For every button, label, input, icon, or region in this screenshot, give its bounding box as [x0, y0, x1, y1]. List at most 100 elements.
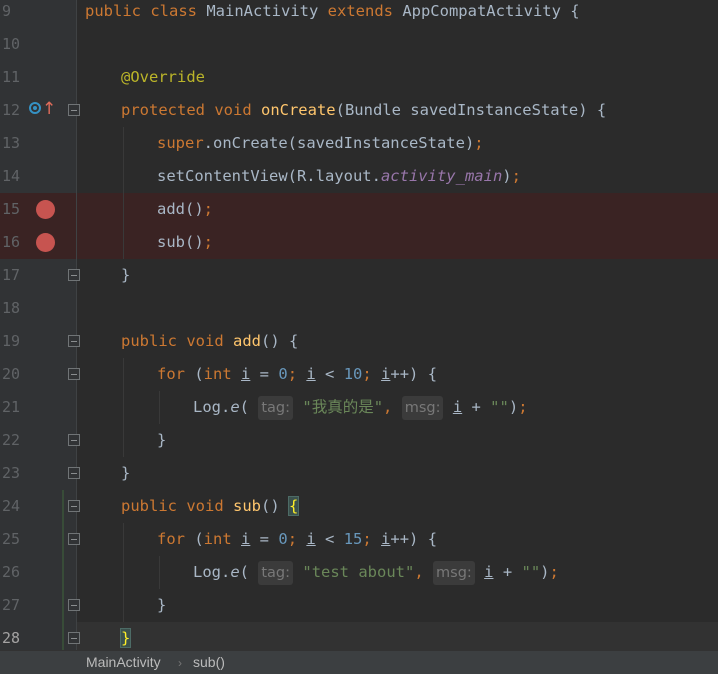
code-line[interactable]: 22}: [0, 424, 718, 457]
line-number: 21: [2, 398, 21, 416]
vcs-change-marker[interactable]: [62, 523, 64, 556]
vcs-change-marker[interactable]: [62, 589, 64, 622]
code-text[interactable]: public class MainActivity extends AppCom…: [85, 0, 580, 28]
code-text[interactable]: for (int i = 0; i < 10; i++) {: [157, 358, 437, 391]
vcs-change-marker[interactable]: [62, 490, 64, 523]
code-line[interactable]: 20 for (int i = 0; i < 10; i++) {: [0, 358, 718, 391]
code-token: public void: [121, 497, 233, 515]
code-line[interactable]: 24 public void sub() {: [0, 490, 718, 523]
code-text[interactable]: @Override: [121, 61, 205, 94]
gutter[interactable]: 13: [0, 127, 77, 160]
line-number: 20: [2, 365, 21, 383]
gutter[interactable]: 24: [0, 490, 80, 523]
code-line[interactable]: 21 Log.e( tag: "我真的是", msg: i + "");: [0, 391, 718, 424]
breadcrumb-method[interactable]: sub(): [193, 654, 225, 670]
code-text[interactable]: protected void onCreate(Bundle savedInst…: [121, 94, 606, 127]
gutter[interactable]: 19: [0, 325, 80, 358]
code-text[interactable]: }: [157, 589, 166, 622]
indent-guide: [159, 391, 160, 424]
override-method-icon[interactable]: [29, 102, 41, 114]
code-editor[interactable]: 9 public class MainActivity extends AppCo…: [0, 0, 718, 650]
code-token: sub: [232, 497, 261, 515]
code-line[interactable]: 28}: [0, 622, 718, 650]
code-line[interactable]: 11 @Override: [0, 61, 718, 94]
gutter[interactable]: 25: [0, 523, 80, 556]
line-number: 9: [2, 2, 12, 20]
code-line[interactable]: 18: [0, 292, 718, 325]
code-text[interactable]: Log.e( tag: "test about", msg: i + "");: [193, 556, 559, 589]
vcs-change-marker[interactable]: [62, 556, 64, 589]
fold-marker-icon[interactable]: [68, 467, 80, 479]
code-token: +: [493, 563, 522, 581]
gutter[interactable]: 27: [0, 589, 80, 622]
code-line[interactable]: 10: [0, 28, 718, 61]
code-token: ): [502, 167, 512, 185]
fold-marker-icon[interactable]: [68, 500, 80, 512]
code-text[interactable]: }: [119, 622, 132, 650]
code-line[interactable]: 13 super.onCreate(savedInstanceState);: [0, 127, 718, 160]
code-text[interactable]: }: [157, 424, 166, 457]
code-line[interactable]: 12 ↑ protected void onCreate(Bundle savedI…: [0, 94, 718, 127]
line-number: 13: [2, 134, 21, 152]
code-text[interactable]: add();: [157, 193, 213, 226]
code-line[interactable]: 15 add();: [0, 193, 718, 226]
code-line[interactable]: 19 public void add() {: [0, 325, 718, 358]
code-token: 0: [278, 365, 288, 383]
code-token: }: [157, 596, 167, 614]
gutter[interactable]: 12 ↑: [0, 94, 80, 127]
fold-marker-icon[interactable]: [68, 434, 80, 446]
code-text[interactable]: }: [121, 259, 130, 292]
code-line[interactable]: 26 Log.e( tag: "test about", msg: i + "")…: [0, 556, 718, 589]
code-line[interactable]: 23}: [0, 457, 718, 490]
fold-marker-icon[interactable]: [68, 632, 80, 644]
code-token: add(): [157, 200, 204, 218]
gutter[interactable]: 10: [0, 28, 77, 61]
code-line[interactable]: 9 public class MainActivity extends AppCo…: [0, 0, 718, 28]
gutter[interactable]: 16: [0, 226, 77, 259]
code-text[interactable]: super.onCreate(savedInstanceState);: [157, 127, 484, 160]
fold-marker-icon[interactable]: [68, 368, 80, 380]
code-line[interactable]: 27}: [0, 589, 718, 622]
gutter[interactable]: 26: [0, 556, 77, 589]
code-token: public void: [121, 332, 233, 350]
code-token: for: [157, 365, 195, 383]
gutter[interactable]: 28: [0, 622, 80, 650]
code-line[interactable]: 17}: [0, 259, 718, 292]
breakpoint-icon[interactable]: [36, 233, 55, 252]
gutter[interactable]: 15: [0, 193, 77, 226]
fold-marker-icon[interactable]: [68, 599, 80, 611]
vcs-change-marker[interactable]: [62, 622, 64, 650]
gutter[interactable]: 20: [0, 358, 80, 391]
gutter[interactable]: 21: [0, 391, 77, 424]
code-text[interactable]: setContentView(R.layout.activity_main);: [157, 160, 521, 193]
breakpoint-icon[interactable]: [36, 200, 55, 219]
code-line[interactable]: 14 setContentView(R.layout.activity_main)…: [0, 160, 718, 193]
code-token: ++) {: [390, 530, 438, 548]
code-token: protected void: [121, 101, 261, 119]
code-text[interactable]: for (int i = 0; i < 15; i++) {: [157, 523, 437, 556]
breadcrumb-class[interactable]: MainActivity: [86, 654, 161, 670]
code-text[interactable]: public void add() {: [121, 325, 298, 358]
code-token: i: [452, 398, 463, 416]
code-token: for: [157, 530, 195, 548]
code-line[interactable]: 25 for (int i = 0; i < 15; i++) {: [0, 523, 718, 556]
code-text[interactable]: public void sub() {: [121, 490, 300, 523]
gutter[interactable]: 9: [0, 0, 77, 28]
gutter[interactable]: 14: [0, 160, 77, 193]
gutter[interactable]: 23: [0, 457, 80, 490]
gutter[interactable]: 11: [0, 61, 77, 94]
gutter[interactable]: 17: [0, 259, 80, 292]
gutter[interactable]: 18: [0, 292, 77, 325]
arrow-up-icon[interactable]: ↑: [42, 96, 56, 122]
fold-marker-icon[interactable]: [68, 533, 80, 545]
gutter[interactable]: 22: [0, 424, 80, 457]
code-token: "我真的是": [302, 398, 384, 416]
code-line[interactable]: 16 sub();: [0, 226, 718, 259]
fold-marker-icon[interactable]: [68, 335, 80, 347]
code-text[interactable]: sub();: [157, 226, 213, 259]
code-text[interactable]: }: [121, 457, 130, 490]
fold-marker-icon[interactable]: [68, 269, 80, 281]
fold-marker-icon[interactable]: [68, 104, 80, 116]
code-token: activity_main: [380, 167, 503, 185]
code-text[interactable]: Log.e( tag: "我真的是", msg: i + "");: [193, 391, 528, 424]
